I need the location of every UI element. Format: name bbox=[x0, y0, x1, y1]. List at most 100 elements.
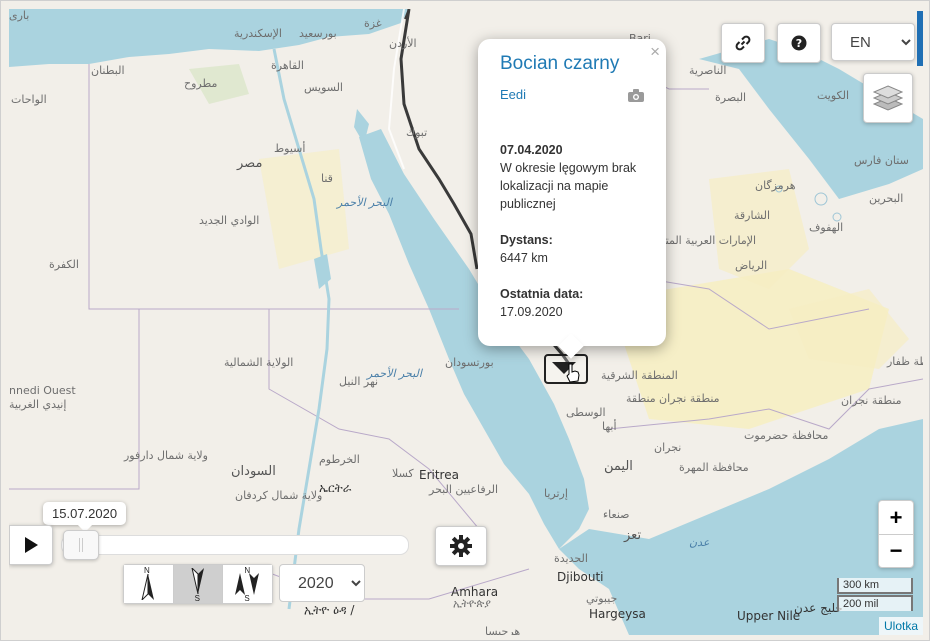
map-place-label: الحديدة bbox=[554, 552, 588, 565]
layers-icon bbox=[873, 85, 903, 111]
north-arrow-icon bbox=[141, 574, 154, 600]
map-place-label: تعز bbox=[624, 528, 642, 543]
popup-author-link[interactable]: Eedi bbox=[500, 87, 526, 102]
timeline-track[interactable] bbox=[61, 535, 409, 555]
zoom-out-button[interactable]: − bbox=[879, 535, 913, 567]
map-place-label: ولاية شمال دارفور bbox=[124, 449, 208, 462]
map-place-label: Djibouti bbox=[557, 570, 604, 584]
map-place-label: الوادي الجديد bbox=[199, 214, 260, 227]
map-place-label: بارى bbox=[9, 9, 30, 22]
map-place-label: صنعاء bbox=[603, 508, 630, 521]
map-place-label: محافظة حضرموت bbox=[744, 429, 829, 442]
map-place-label: أسيوط bbox=[274, 142, 306, 155]
map-place-label: منطقة نجران bbox=[841, 394, 902, 407]
map-place-label: ولاية شمال كردفان bbox=[235, 489, 323, 502]
camera-icon[interactable] bbox=[628, 89, 644, 102]
timeline-date-tooltip: 15.07.2020 bbox=[43, 502, 127, 525]
map-place-label: محافظة المهرة bbox=[679, 461, 749, 474]
map-place-label: الرياض bbox=[735, 259, 768, 272]
pointer-hand-icon bbox=[566, 363, 580, 383]
map-place-label: الوسطى bbox=[566, 406, 606, 419]
map-place-label: الناصرية bbox=[689, 64, 727, 77]
map-place-label: ኢትዮጵያ bbox=[453, 597, 491, 610]
compass-north-button[interactable]: N bbox=[124, 565, 174, 603]
map-place-label: نهر النيل bbox=[339, 375, 379, 388]
bird-info-popup: × Bocian czarny Eedi 07.04.2020 W okresie… bbox=[478, 39, 666, 359]
map-place-label: البطنان bbox=[91, 64, 125, 77]
map-place-label: الإسكندرية bbox=[234, 27, 282, 40]
settings-button[interactable] bbox=[435, 526, 487, 566]
map-place-label: البصرة bbox=[715, 91, 747, 104]
map-place-label: أبها bbox=[602, 420, 617, 433]
map-place-label: المنطقة الشرقية bbox=[601, 369, 678, 382]
close-icon[interactable]: × bbox=[650, 42, 660, 62]
map-place-label: Eritrea bbox=[419, 468, 459, 482]
map-place-label: هرمزگان bbox=[755, 179, 796, 192]
zoom-in-button[interactable]: + bbox=[879, 502, 913, 535]
map-place-label: إرتريا bbox=[544, 487, 568, 500]
map-place-label: الهفوف bbox=[809, 221, 844, 234]
link-button[interactable] bbox=[721, 23, 765, 63]
map-place-label: القاهرة bbox=[271, 59, 304, 72]
compass-both-button[interactable]: N S bbox=[223, 565, 273, 603]
map-place-label: مطروح bbox=[184, 77, 218, 90]
map-place-label: Amhara bbox=[451, 585, 499, 599]
map-place-label: البحرين bbox=[869, 192, 904, 205]
map-place-label: Upper Nile bbox=[737, 609, 801, 623]
map-place-label: الرفاعيين البحر bbox=[429, 483, 499, 496]
zoom-control: + − bbox=[878, 500, 914, 568]
map-place-label: مصر bbox=[237, 156, 263, 171]
compass-south-button[interactable]: S bbox=[173, 565, 224, 603]
popup-body: 07.04.2020 W okresie lęgowym brak lokaliz… bbox=[500, 141, 650, 339]
south-arrow-icon bbox=[191, 568, 204, 594]
map-place-label: السويس bbox=[304, 81, 343, 94]
popup-title: Bocian czarny bbox=[500, 53, 620, 74]
map-place-label: السودان bbox=[231, 464, 276, 479]
map-place-label: البحر الأحمر bbox=[337, 196, 392, 209]
scale-metric: 300 km bbox=[837, 578, 913, 594]
scale-imperial: 200 mil bbox=[837, 595, 913, 611]
help-button[interactable]: ? bbox=[777, 23, 821, 63]
map-place-label: نجران bbox=[654, 441, 682, 454]
map-place-label: ستان فارس bbox=[854, 154, 909, 167]
map-place-label: اليمن bbox=[604, 459, 633, 474]
language-select[interactable]: EN bbox=[831, 23, 915, 61]
popup-description: W okresie lęgowym brak lokalizacji na ma… bbox=[500, 161, 637, 211]
top-right-scrollbar[interactable] bbox=[917, 11, 923, 66]
play-button[interactable] bbox=[9, 525, 53, 565]
map-place-label: الكويت bbox=[817, 89, 850, 102]
map-place-label: الأردن bbox=[389, 37, 417, 50]
popup-date: 07.04.2020 bbox=[500, 143, 563, 157]
distance-value: 6447 km bbox=[500, 251, 548, 265]
map-place-label: الكفرة bbox=[49, 258, 79, 271]
last-date-value: 17.09.2020 bbox=[500, 305, 563, 319]
last-date-label: Ostatnia data: bbox=[500, 287, 584, 301]
attribution-link[interactable]: Ulotka bbox=[878, 617, 923, 635]
map-place-label: منطقة bbox=[626, 392, 656, 405]
map-place-label: Hargeysa bbox=[589, 607, 646, 621]
map-place-label: الولاية الشمالية bbox=[224, 356, 294, 369]
map-place-label: عدن bbox=[689, 536, 710, 549]
timeline-handle[interactable] bbox=[63, 530, 99, 560]
scale-bar: 300 km 200 mil bbox=[837, 578, 913, 611]
svg-text:?: ? bbox=[796, 37, 802, 50]
year-select[interactable]: 2020 bbox=[279, 564, 365, 602]
play-icon bbox=[25, 537, 38, 553]
map-place-label: منطقة نجران bbox=[659, 392, 720, 405]
map-place-label: غزة bbox=[364, 17, 382, 30]
map-place-label: بورتسودان bbox=[445, 356, 494, 369]
distance-label: Dystans: bbox=[500, 233, 553, 247]
map-place-label: جيبوتي bbox=[586, 592, 618, 605]
map-place-label: nnedi Ouest bbox=[9, 384, 76, 397]
map-place-label: ኤርትራ bbox=[319, 481, 352, 495]
map-canvas[interactable]: الإسكندرية بورسعيد غزة القاهرة السويس الأردن ا… bbox=[9, 9, 923, 635]
map-place-label: تبوك bbox=[406, 126, 428, 139]
map-place-label: الشارقة bbox=[734, 209, 771, 222]
map-place-label: هرجيسا bbox=[485, 625, 521, 635]
layers-button[interactable] bbox=[863, 73, 913, 123]
map-place-label: محافظة ظفار bbox=[887, 355, 923, 368]
compass-group: N S N S bbox=[123, 564, 273, 604]
map-place-label: بورسعيد bbox=[299, 27, 337, 40]
map-frame: الإسكندرية بورسعيد غزة القاهرة السويس الأردن ا… bbox=[0, 0, 930, 641]
link-icon bbox=[735, 35, 751, 51]
